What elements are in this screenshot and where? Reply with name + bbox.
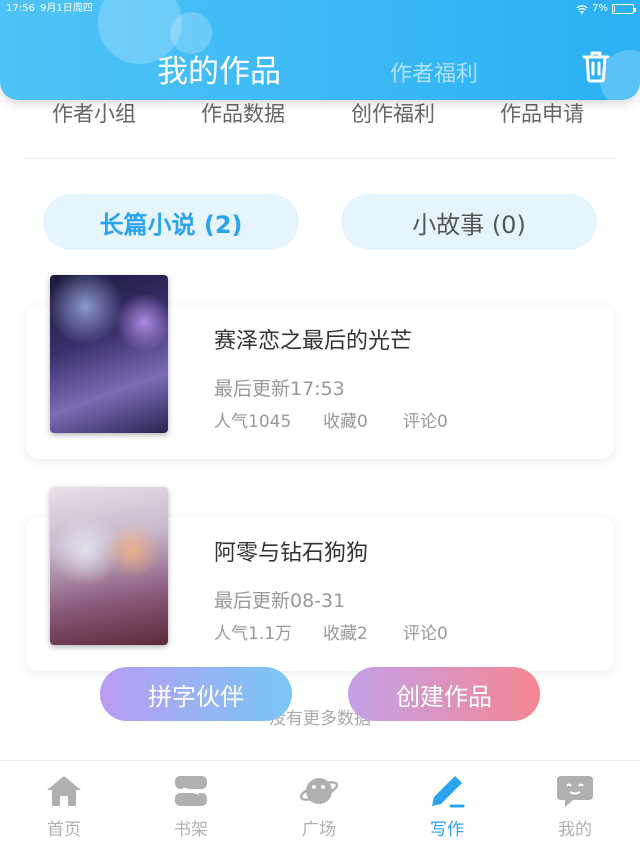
nav-home[interactable]: 首页 — [24, 773, 104, 840]
sub-tab-author-group[interactable]: 作者小组 — [52, 98, 136, 128]
work-updated: 最后更新17:53 — [214, 378, 345, 400]
bookshelf-icon — [175, 776, 207, 806]
no-more-data-text: 没有更多数据 — [269, 709, 371, 729]
work-title: 赛泽恋之最后的光芒 — [214, 329, 413, 354]
status-date: 9月1日周四 — [40, 3, 93, 14]
work-popularity: 人气1.1万 — [214, 624, 293, 644]
battery-icon — [612, 4, 636, 14]
pen-icon — [432, 776, 465, 808]
status-bar: 17:56 9月1日周四 7% — [0, 0, 640, 18]
trash-icon[interactable] — [580, 49, 612, 83]
nav-shelf-label: 书架 — [174, 820, 208, 840]
nav-plaza[interactable]: 广场 — [279, 773, 359, 840]
tab-my-works[interactable]: 我的作品 — [157, 46, 281, 91]
nav-write-label: 写作 — [430, 820, 464, 840]
divider — [24, 158, 616, 159]
create-work-button[interactable]: 创建作品 — [348, 667, 540, 721]
status-indicators: 7% — [576, 0, 636, 18]
pinzi-partner-button[interactable]: 拼字伙伴 — [100, 667, 292, 721]
home-icon — [47, 776, 81, 806]
sub-tab-creation-welfare[interactable]: 创作福利 — [351, 98, 435, 128]
planet-icon — [299, 778, 339, 804]
work-comments: 评论0 — [403, 412, 448, 432]
top-header: 17:56 9月1日周四 7% 我的作品 作者福利 — [0, 0, 640, 100]
sub-tab-bar: 作者小组 作品数据 创作福利 作品申请 — [0, 98, 640, 138]
work-favorites: 收藏2 — [323, 624, 368, 644]
nav-plaza-label: 广场 — [302, 820, 336, 840]
nav-write[interactable]: 写作 — [407, 773, 487, 840]
nav-mine[interactable]: 我的 — [535, 773, 615, 840]
nav-shelf[interactable]: 书架 — [151, 773, 231, 840]
status-time: 17:56 — [6, 3, 35, 14]
sub-tab-work-application[interactable]: 作品申请 — [500, 98, 584, 128]
work-cover-image[interactable] — [50, 275, 168, 433]
bottom-nav: 首页 书架 广场 写作 我的 — [0, 760, 640, 853]
segment-long-novel[interactable]: 长篇小说 (2) — [43, 194, 299, 250]
nav-mine-label: 我的 — [558, 820, 592, 840]
profile-chat-icon — [557, 776, 593, 807]
work-title: 阿零与钻石狗狗 — [214, 541, 369, 566]
work-cover-image[interactable] — [50, 487, 168, 645]
battery-percent: 7% — [592, 3, 608, 14]
tab-author-welfare[interactable]: 作者福利 — [390, 56, 478, 88]
work-popularity: 人气1045 — [214, 412, 292, 432]
nav-home-label: 首页 — [47, 820, 81, 840]
work-comments: 评论0 — [403, 624, 448, 644]
segment-short-story[interactable]: 小故事 (0) — [341, 194, 597, 250]
wifi-icon — [576, 4, 588, 14]
sub-tab-work-data[interactable]: 作品数据 — [201, 98, 285, 128]
work-favorites: 收藏0 — [323, 412, 368, 432]
work-updated: 最后更新08-31 — [214, 590, 346, 612]
